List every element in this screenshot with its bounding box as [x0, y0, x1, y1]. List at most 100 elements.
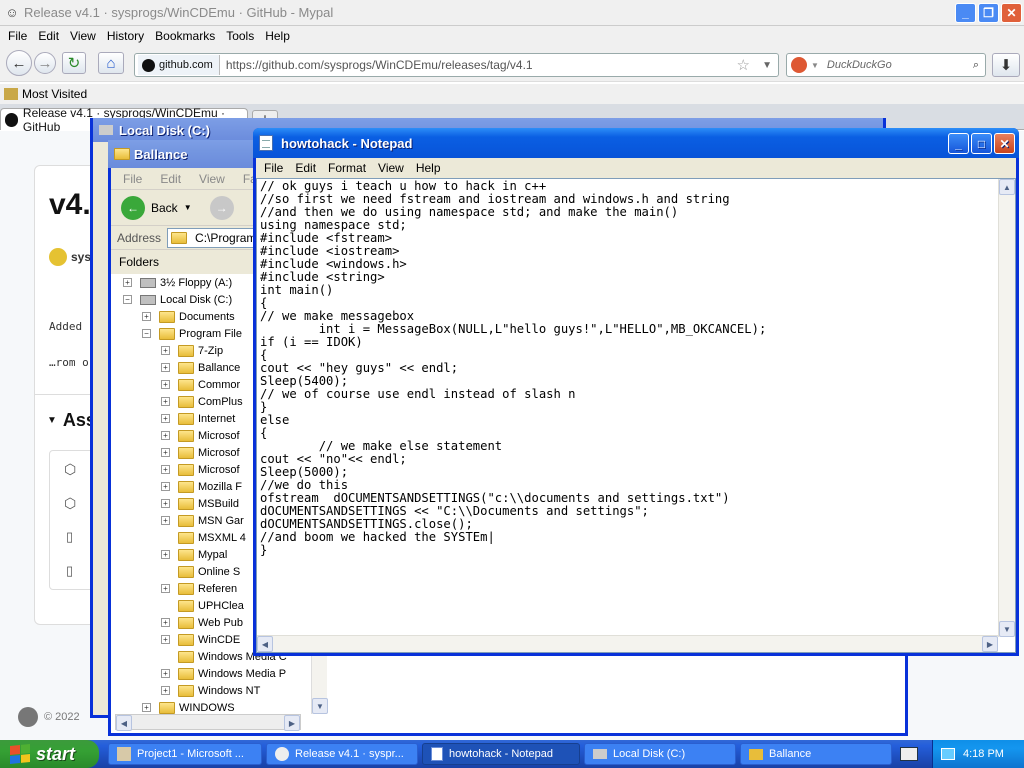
footer-copyright: © 2022: [44, 711, 80, 723]
address-label: Address: [117, 230, 162, 245]
assets-toggle[interactable]: ▼ Ass: [47, 410, 96, 431]
back-arrow-icon[interactable]: ←: [6, 50, 32, 76]
menu-view[interactable]: View: [199, 172, 225, 186]
task-notepad[interactable]: howtohack - Notepad: [422, 743, 580, 765]
browser-close-button[interactable]: ✕: [1001, 3, 1022, 23]
close-button[interactable]: ✕: [994, 133, 1015, 154]
notepad-editor[interactable]: // ok guys i teach u how to hack in c++ …: [256, 178, 1016, 653]
folder-icon: [178, 463, 194, 476]
expand-icon[interactable]: +: [161, 499, 170, 508]
expand-icon[interactable]: +: [161, 465, 170, 474]
url-bar[interactable]: github.com https://github.com/sysprogs/W…: [134, 53, 779, 77]
menu-help[interactable]: Help: [412, 161, 449, 175]
expand-icon[interactable]: +: [161, 414, 170, 423]
bookmark-most-visited[interactable]: Most Visited: [22, 87, 87, 101]
task-project1[interactable]: Project1 - Microsoft ...: [108, 743, 262, 765]
folder-icon: [178, 446, 194, 459]
expand-icon[interactable]: +: [142, 312, 151, 321]
collapse-icon[interactable]: −: [123, 295, 132, 304]
scroll-up-icon[interactable]: ▲: [999, 179, 1015, 195]
expand-icon[interactable]: +: [161, 380, 170, 389]
expand-icon[interactable]: +: [161, 550, 170, 559]
menu-edit[interactable]: Edit: [160, 172, 181, 186]
expand-icon[interactable]: +: [161, 516, 170, 525]
drive-icon: [140, 277, 156, 288]
tree-item[interactable]: + WINDOWS: [111, 699, 311, 714]
expand-icon[interactable]: +: [161, 635, 170, 644]
file-zip-icon: ▯: [66, 529, 74, 544]
expand-icon[interactable]: +: [161, 448, 170, 457]
expand-icon[interactable]: +: [161, 686, 170, 695]
release-author[interactable]: sys: [49, 248, 91, 266]
search-engine-dropdown-icon[interactable]: ▼: [811, 61, 819, 70]
task-ballance[interactable]: Ballance: [740, 743, 892, 765]
menu-view[interactable]: View: [70, 29, 96, 43]
url-text[interactable]: https://github.com/sysprogs/WinCDEmu/rel…: [226, 58, 533, 72]
expand-icon[interactable]: +: [142, 703, 151, 712]
network-icon[interactable]: [941, 748, 955, 760]
folder-icon: [178, 412, 194, 425]
scroll-down-icon[interactable]: ▼: [312, 698, 328, 714]
folder-icon: [178, 480, 194, 493]
forward-button[interactable]: →: [209, 195, 234, 220]
tree-item[interactable]: + Windows NT: [111, 682, 311, 699]
start-button[interactable]: start: [0, 740, 99, 768]
notepad-text[interactable]: // ok guys i teach u how to hack in c++ …: [260, 180, 995, 635]
folder-icon: [178, 497, 194, 510]
task-browser[interactable]: Release v4.1 · syspr...: [266, 743, 418, 765]
search-bar[interactable]: ▼ DuckDuckGo ⌕: [786, 53, 986, 77]
scroll-left-icon[interactable]: ◀: [257, 636, 273, 652]
minimize-button[interactable]: _: [948, 133, 969, 154]
folder-icon: [159, 701, 175, 714]
duckduckgo-icon[interactable]: [791, 57, 807, 73]
download-icon[interactable]: ⬇: [992, 53, 1020, 77]
forward-arrow-icon[interactable]: →: [34, 52, 56, 74]
vertical-scrollbar[interactable]: ▲ ▼: [998, 179, 1015, 637]
url-dropdown-icon[interactable]: ▼: [762, 60, 772, 71]
keyboard-icon[interactable]: [900, 747, 918, 761]
clock[interactable]: 4:18 PM: [963, 748, 1004, 760]
expand-icon[interactable]: +: [161, 618, 170, 627]
expand-icon[interactable]: +: [123, 278, 132, 287]
tree-hscrollbar[interactable]: ◀ ▶: [115, 714, 301, 731]
menu-edit[interactable]: Edit: [291, 161, 324, 175]
expand-icon[interactable]: +: [161, 431, 170, 440]
expand-icon[interactable]: +: [161, 584, 170, 593]
task-localdisk[interactable]: Local Disk (C:): [584, 743, 736, 765]
bookmark-star-icon[interactable]: ☆: [737, 56, 750, 74]
browser-minimize-button[interactable]: _: [955, 3, 976, 23]
reload-icon[interactable]: ↻: [62, 52, 86, 74]
home-icon[interactable]: ⌂: [98, 52, 124, 74]
maximize-button[interactable]: □: [971, 133, 992, 154]
menu-history[interactable]: History: [107, 29, 144, 43]
search-icon[interactable]: ⌕: [973, 59, 979, 72]
site-identity[interactable]: github.com: [138, 55, 220, 75]
scroll-left-icon[interactable]: ◀: [116, 715, 132, 731]
browser-maximize-button[interactable]: ❐: [978, 3, 999, 23]
menu-edit[interactable]: Edit: [38, 29, 59, 43]
back-button[interactable]: ← Back ▼: [121, 195, 192, 220]
notepad-titlebar[interactable]: howtohack - Notepad _ □ ✕: [253, 128, 1019, 158]
menu-bookmarks[interactable]: Bookmarks: [155, 29, 215, 43]
expand-icon[interactable]: +: [161, 669, 170, 678]
expand-icon[interactable]: +: [161, 397, 170, 406]
scroll-down-icon[interactable]: ▼: [999, 621, 1015, 637]
collapse-icon[interactable]: −: [142, 329, 151, 338]
expand-icon[interactable]: +: [161, 346, 170, 355]
menu-view[interactable]: View: [374, 161, 412, 175]
menu-file[interactable]: File: [8, 29, 27, 43]
horizontal-scrollbar[interactable]: ◀ ▶: [257, 635, 998, 652]
folder-icon: [178, 344, 194, 357]
menu-file[interactable]: File: [123, 172, 142, 186]
menu-file[interactable]: File: [260, 161, 291, 175]
menu-format[interactable]: Format: [324, 161, 374, 175]
scroll-right-icon[interactable]: ▶: [982, 636, 998, 652]
menu-help[interactable]: Help: [265, 29, 290, 43]
tree-item-label: Commor: [198, 378, 241, 391]
expand-icon[interactable]: +: [161, 482, 170, 491]
tree-item-label: Referen: [198, 582, 238, 595]
menu-tools[interactable]: Tools: [226, 29, 254, 43]
scroll-right-icon[interactable]: ▶: [284, 715, 300, 731]
expand-icon[interactable]: +: [161, 363, 170, 372]
tree-item[interactable]: + Windows Media P: [111, 665, 311, 682]
